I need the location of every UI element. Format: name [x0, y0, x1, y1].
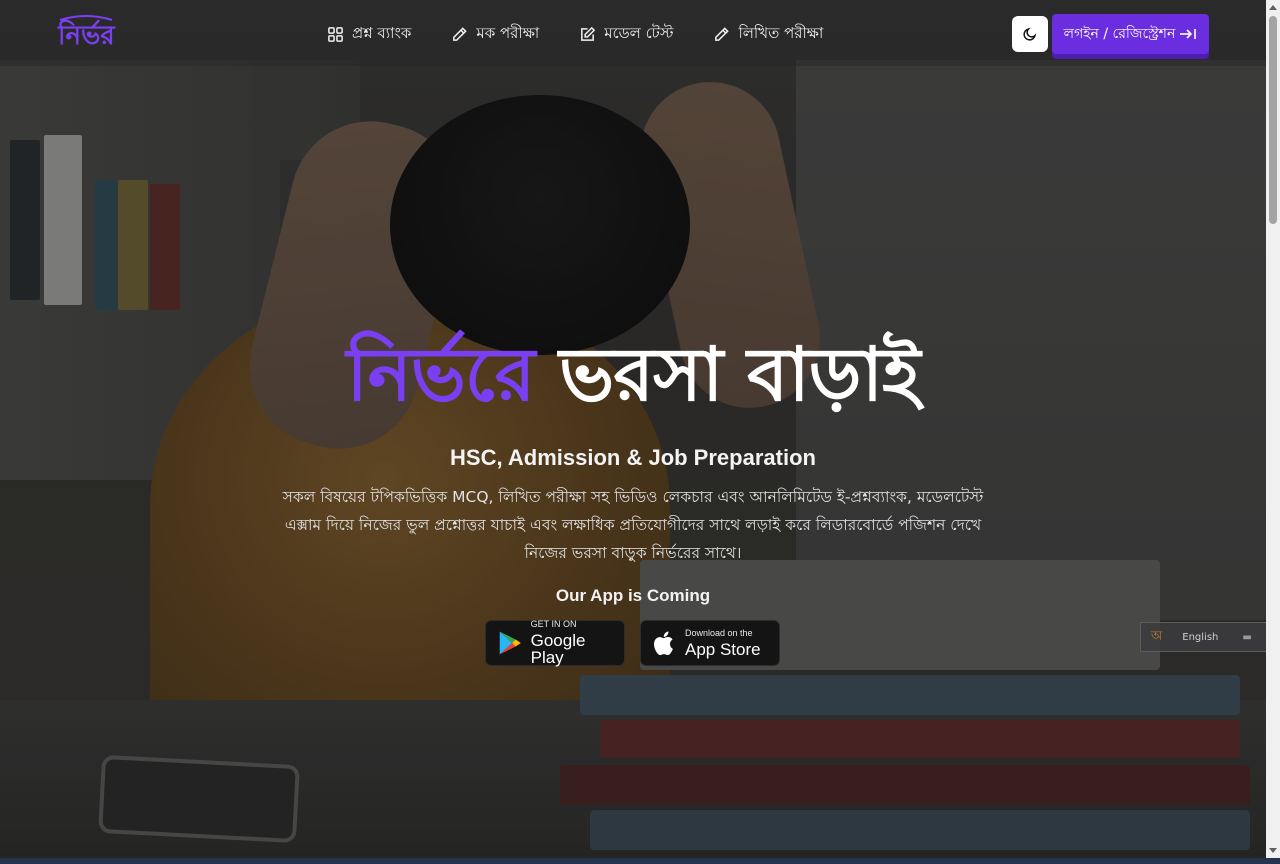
svg-text:নির্ভর: নির্ভর [57, 19, 116, 51]
main-nav: প্রশ্ন ব্যাংক মক পরীক্ষা মডেল টেস্ট লিখি… [327, 22, 863, 47]
google-play-icon [499, 631, 521, 655]
apple-icon [654, 631, 673, 656]
app-coming-label: Our App is Coming [555, 586, 711, 605]
arrow-right-to-line-icon [1180, 29, 1197, 39]
brand-logo[interactable]: নির্ভর [56, 12, 116, 54]
keyboard-icon: ▬ [1242, 631, 1252, 643]
google-play-button[interactable]: GET IN ON Google Play [485, 620, 625, 666]
os-taskbar [0, 858, 1280, 864]
theme-toggle-button[interactable] [1012, 16, 1048, 52]
google-play-small-text: GET IN ON [530, 619, 577, 629]
app-store-button[interactable]: Download on the App Store [640, 620, 780, 666]
app-store-big-text: App Store [685, 639, 761, 659]
pencil-icon [715, 27, 730, 41]
hero-description: সকল বিষয়ের টপিকভিত্তিক MCQ, লিখিত পরীক্… [282, 488, 984, 562]
scroll-thumb[interactable] [1269, 16, 1277, 224]
google-play-big-text: Google Play [530, 631, 586, 667]
nav-item-model-test[interactable]: মডেল টেস্ট [579, 22, 673, 47]
bangla-option[interactable]: অ [1151, 627, 1162, 648]
navbar: নির্ভর প্রশ্ন ব্যাংক মক পরীক্ষা মডেল টেস… [0, 0, 1266, 66]
nav-item-label: মক পরীক্ষা [476, 24, 540, 42]
hero-subtitle: HSC, Admission & Job Preparation [450, 445, 816, 470]
edit-square-icon [581, 26, 596, 41]
hero-title-accent: নির্ভরে [346, 332, 535, 418]
hero-title-rest: ভরসা বাড়াই [559, 332, 920, 418]
app-store-small-text: Download on the [685, 627, 753, 638]
grid-icon [328, 27, 343, 42]
nav-item-written-exam[interactable]: লিখিত পরীক্ষা [713, 22, 823, 47]
english-option[interactable]: English [1182, 632, 1218, 643]
login-register-button[interactable]: লগইন / রেজিস্ট্রেশন [1052, 14, 1209, 54]
moon-icon [1023, 27, 1037, 41]
scroll-up-arrow-icon[interactable] [1269, 5, 1277, 10]
nav-item-question-bank[interactable]: প্রশ্ন ব্যাংক [327, 22, 411, 47]
language-switcher[interactable]: অ English ▬ [1140, 622, 1280, 652]
nav-item-mock-exam[interactable]: মক পরীক্ষা [451, 22, 539, 47]
hero-title: নির্ভরে ভরসা বাড়াই [0, 320, 1266, 430]
nav-item-label: মডেল টেস্ট [604, 24, 674, 42]
scroll-down-arrow-icon[interactable] [1269, 848, 1277, 853]
nav-item-label: প্রশ্ন ব্যাংক [352, 24, 412, 42]
nav-item-label: লিখিত পরীক্ষা [738, 24, 824, 42]
page-scrollbar[interactable] [1266, 0, 1280, 858]
login-label: লগইন / রেজিস্ট্রেশন [1063, 26, 1176, 42]
pencil-icon [453, 27, 468, 41]
